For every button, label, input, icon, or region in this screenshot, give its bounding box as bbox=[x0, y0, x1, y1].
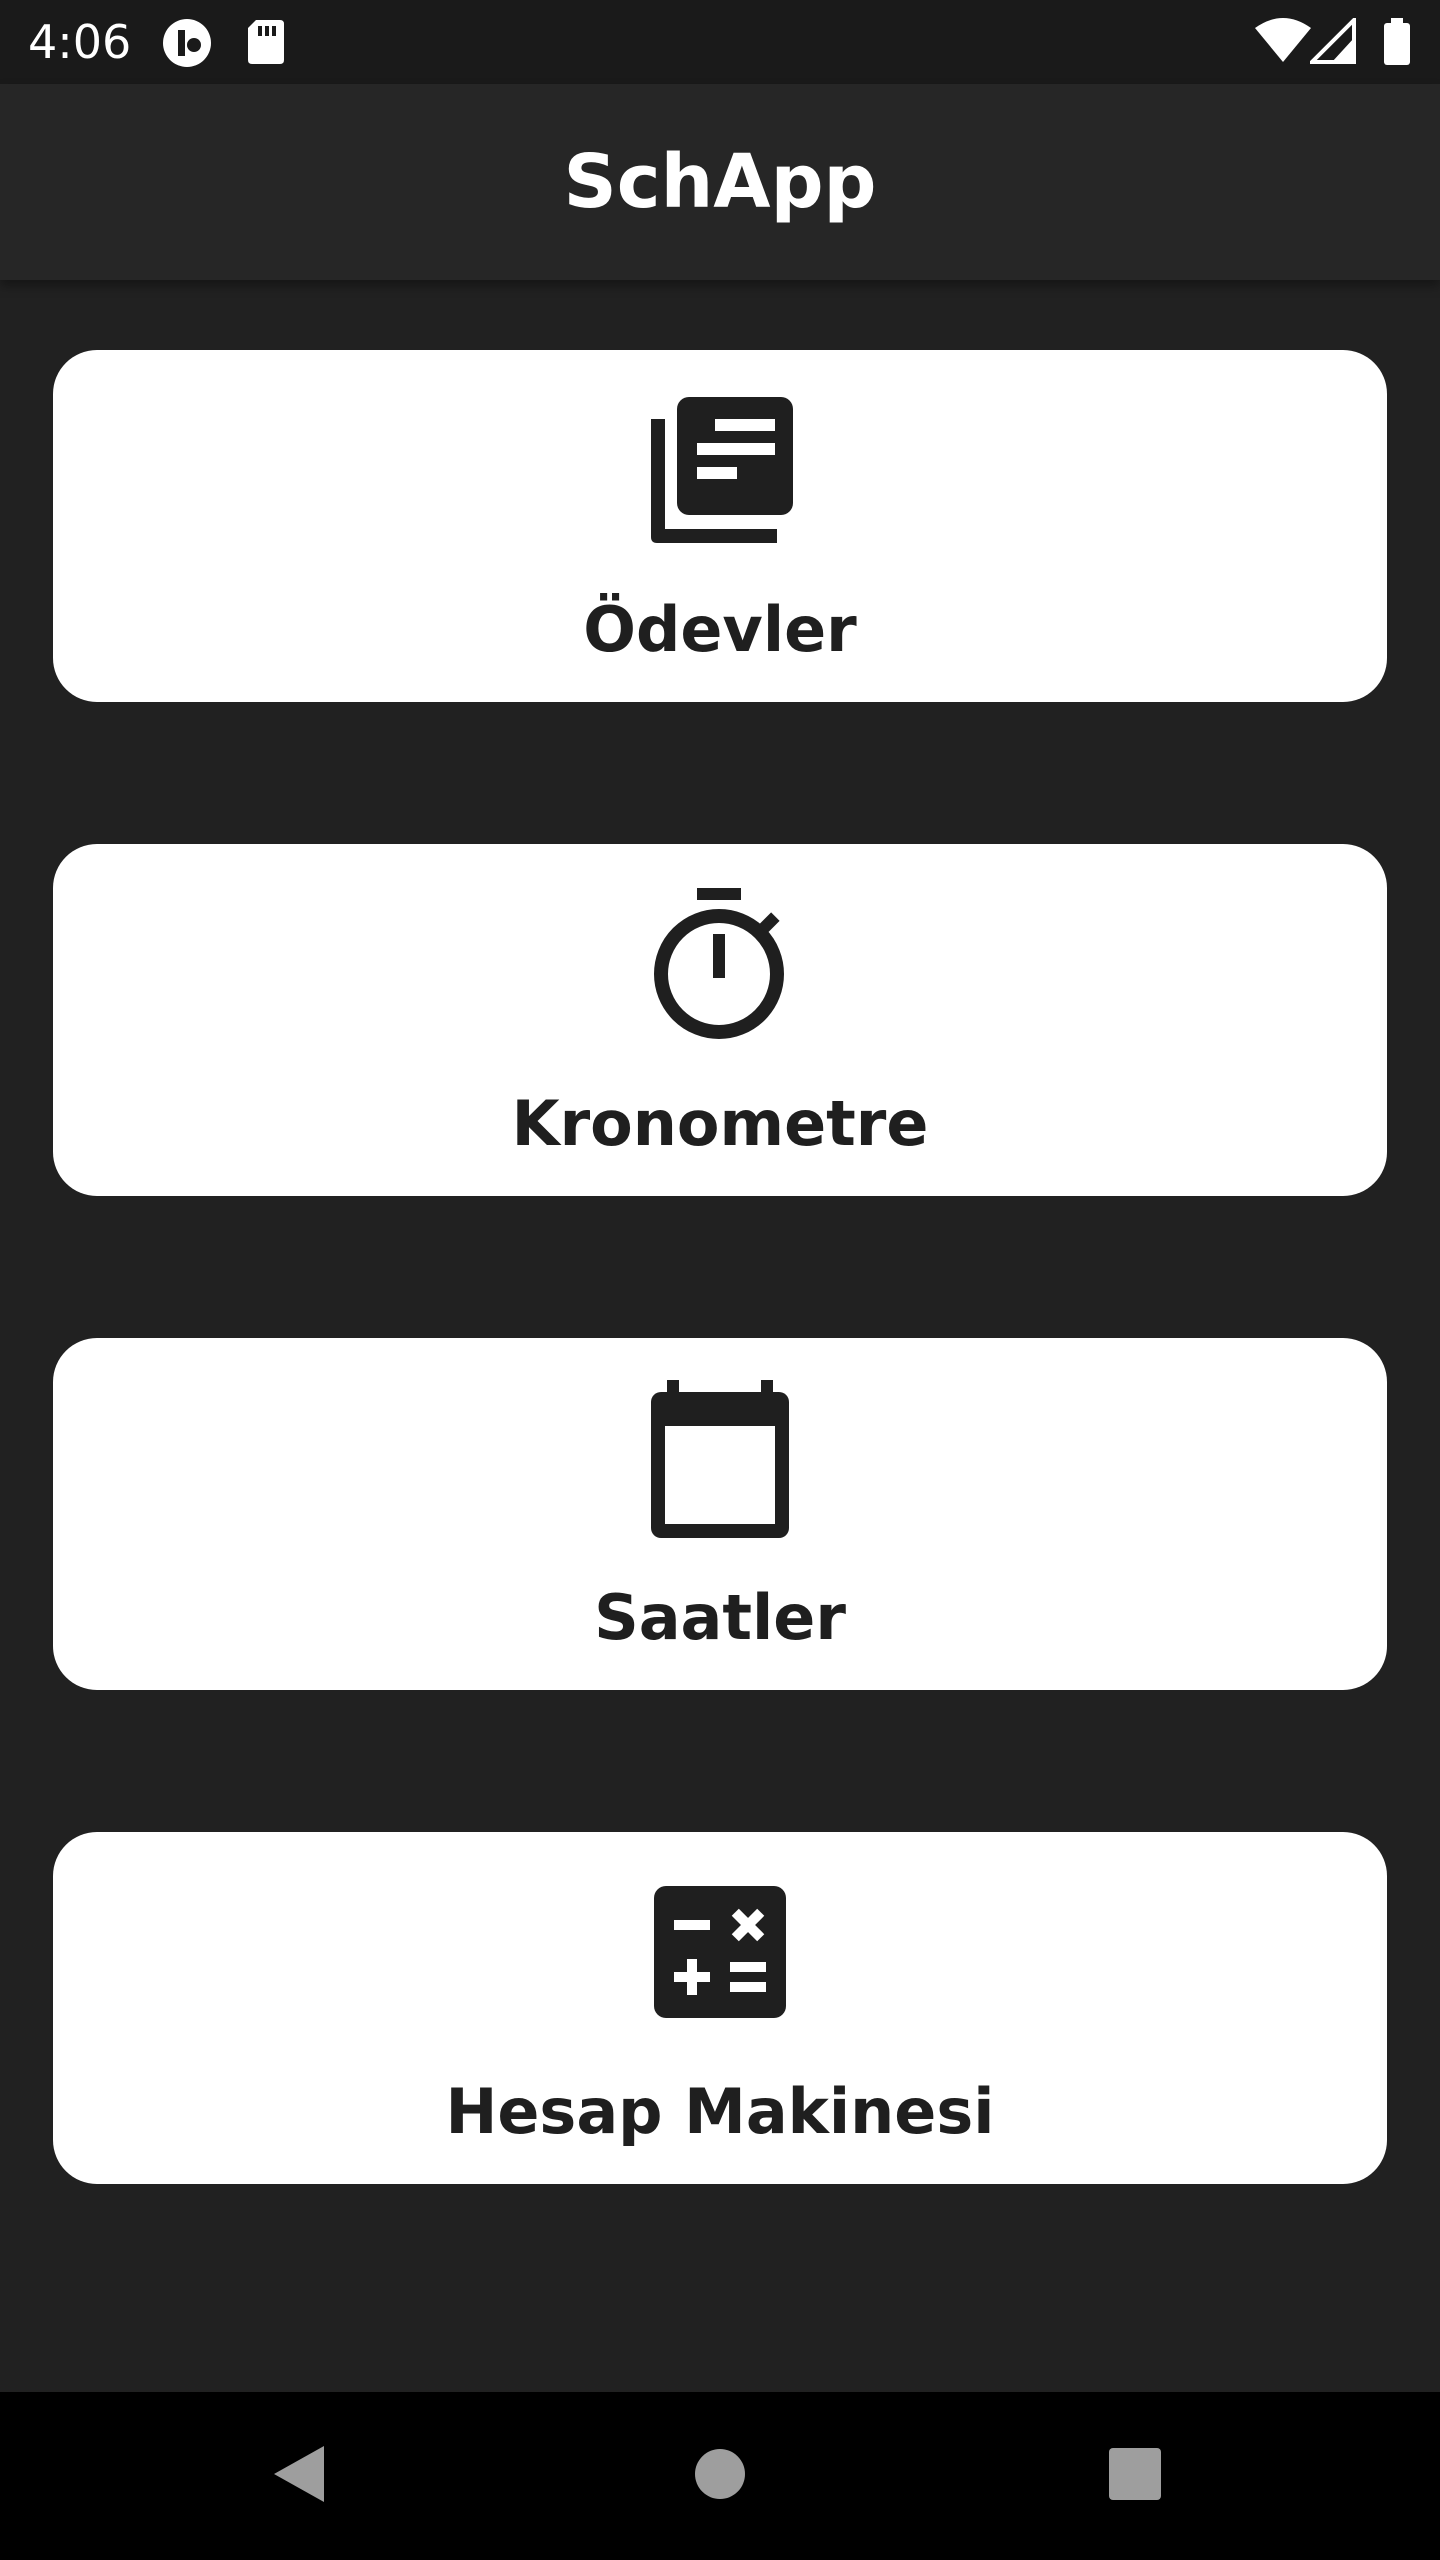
status-bar: 4:06 bbox=[0, 0, 1440, 84]
menu-card-label: Ödevler bbox=[583, 593, 857, 666]
menu-card-label: Kronometre bbox=[511, 1087, 929, 1160]
newspaper-icon bbox=[53, 380, 1387, 560]
menu-card-saatler[interactable]: Saatler bbox=[53, 1338, 1387, 1690]
app-title: SchApp bbox=[563, 139, 877, 225]
wifi-icon bbox=[1254, 18, 1312, 68]
stopwatch-icon bbox=[53, 874, 1387, 1054]
menu-card-kronometre[interactable]: Kronometre bbox=[53, 844, 1387, 1196]
menu-card-hesap-makinesi[interactable]: Hesap Makinesi bbox=[53, 1832, 1387, 2184]
cell-signal-icon bbox=[1307, 15, 1358, 68]
status-time: 4:06 bbox=[28, 15, 132, 69]
back-icon bbox=[270, 2442, 330, 2510]
menu-card-odevler[interactable]: Ödevler bbox=[53, 350, 1387, 702]
menu-card-label: Hesap Makinesi bbox=[445, 2075, 995, 2148]
menu-card-label: Saatler bbox=[594, 1581, 846, 1654]
app-notification-icon bbox=[162, 18, 216, 72]
main-content: Ödevler Kronometre Saatler Hesap Makines… bbox=[0, 280, 1440, 2392]
system-nav-bar bbox=[0, 2392, 1440, 2560]
recents-button[interactable] bbox=[1085, 2426, 1185, 2526]
home-icon bbox=[692, 2446, 748, 2506]
back-button[interactable] bbox=[250, 2426, 350, 2526]
sd-card-icon bbox=[246, 18, 286, 70]
home-button[interactable] bbox=[670, 2426, 770, 2526]
calendar-icon bbox=[53, 1368, 1387, 1548]
calculator-icon bbox=[53, 1862, 1387, 2042]
app-bar: SchApp bbox=[0, 84, 1440, 280]
battery-icon bbox=[1382, 18, 1412, 70]
recents-icon bbox=[1107, 2446, 1163, 2506]
